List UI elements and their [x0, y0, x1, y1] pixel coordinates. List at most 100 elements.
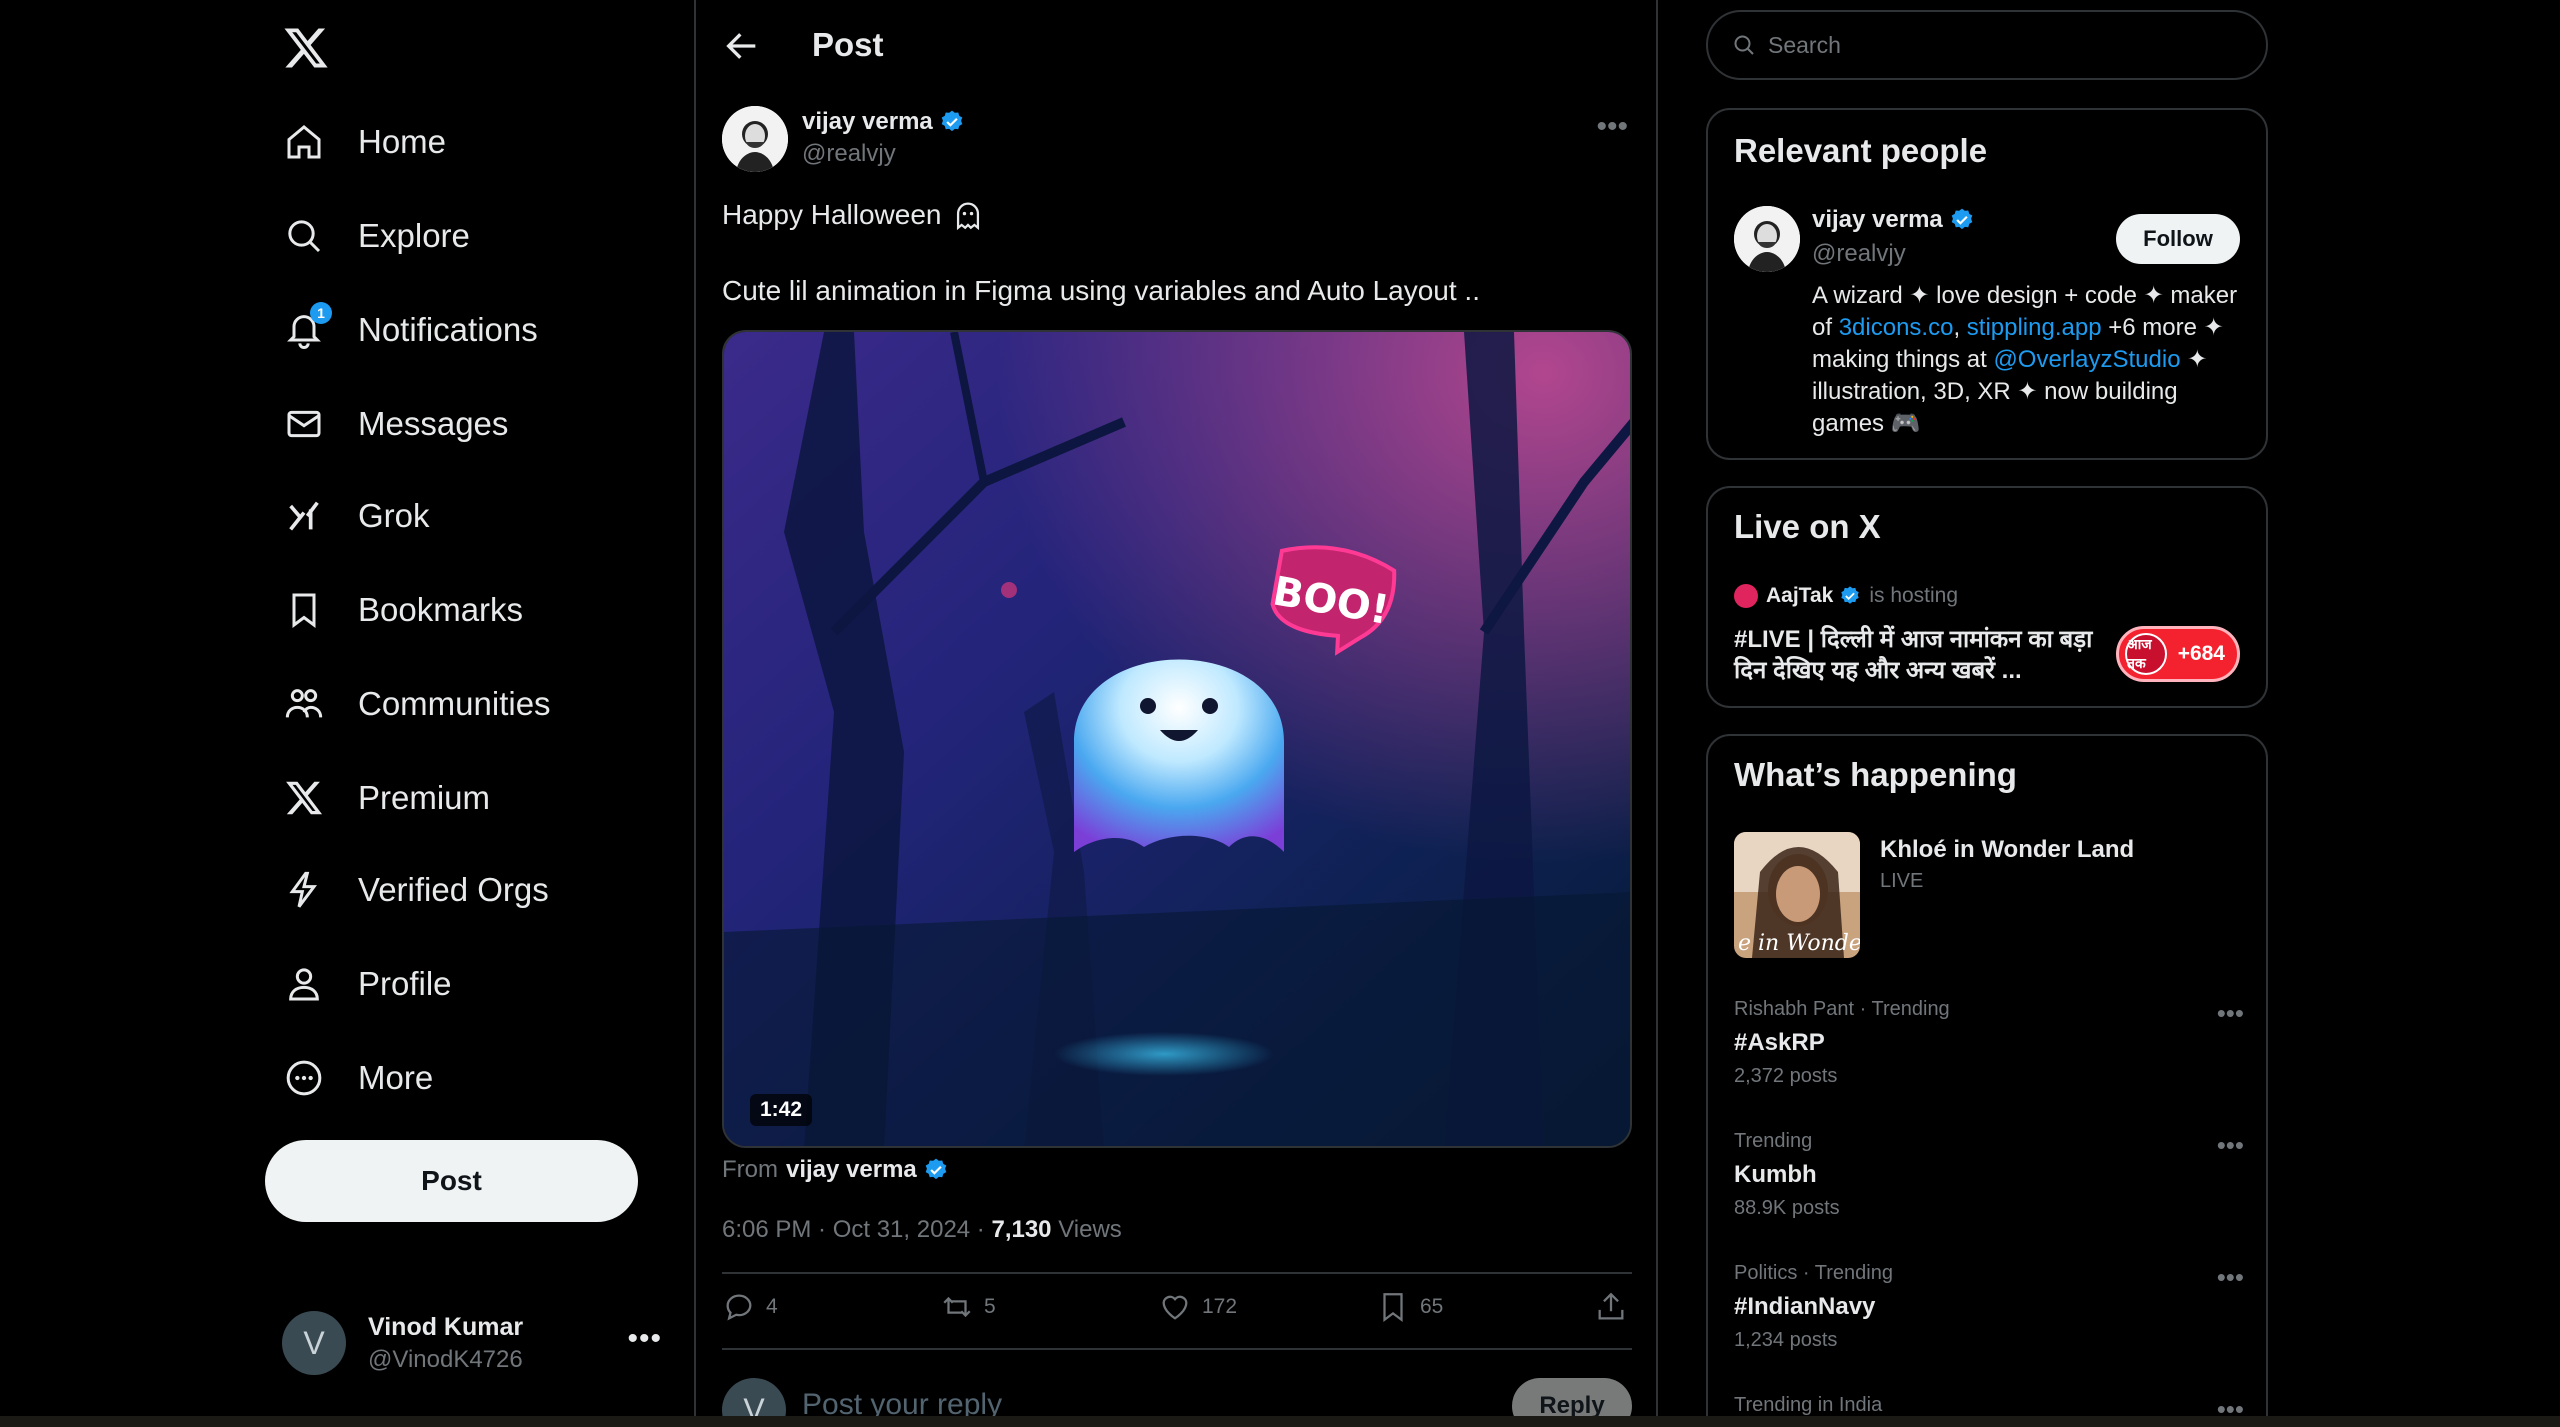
- whats-happening-card: What’s happening e in Wonder L Khloé in …: [1706, 734, 2268, 1427]
- from-label: From: [722, 1156, 778, 1183]
- account-name: Vinod Kumar: [368, 1312, 524, 1341]
- verified-badge-icon: [941, 110, 963, 132]
- author-avatar[interactable]: [1734, 206, 1800, 272]
- nav-item-verified-orgs[interactable]: Verified Orgs: [282, 860, 549, 920]
- video-attribution: From vijay verma: [722, 1156, 949, 1184]
- reply-button[interactable]: 4: [722, 1290, 778, 1324]
- nav-item-premium[interactable]: Premium: [282, 768, 490, 828]
- live-stream-title: #LIVE | दिल्ली में आज नामांकन का बड़ा दि…: [1734, 626, 2093, 684]
- card-title: Relevant people: [1734, 132, 1988, 169]
- views-label: Views: [1051, 1216, 1122, 1243]
- halloween-ghost-illustration: BOO!: [724, 332, 1630, 1146]
- main-column: Post vijay verma @realvjy ••• Happy Hall…: [694, 0, 1658, 1427]
- post-author[interactable]: vijay verma @realvjy: [722, 106, 965, 172]
- avatar: आज तक: [2125, 633, 2167, 675]
- lightning-icon: [282, 868, 326, 912]
- nav-item-grok[interactable]: Grok: [282, 486, 430, 546]
- search-input[interactable]: Search: [1706, 10, 2268, 80]
- bookmark-icon: [1383, 1293, 1403, 1323]
- back-arrow-icon[interactable]: [722, 26, 762, 66]
- trend-item[interactable]: Trending in India •••: [1734, 1394, 2244, 1424]
- follow-button[interactable]: Follow: [2116, 214, 2240, 264]
- compose-post-button[interactable]: Post: [265, 1140, 638, 1222]
- share-button[interactable]: [1594, 1290, 1628, 1324]
- views-count: 7,130: [991, 1216, 1052, 1243]
- nav-item-more[interactable]: More: [282, 1048, 433, 1108]
- like-button[interactable]: 172: [1158, 1290, 1237, 1324]
- bookmark-icon: [282, 588, 326, 632]
- divider: [722, 1348, 1632, 1350]
- bookmark-count: 65: [1420, 1295, 1444, 1318]
- search-icon: [1734, 35, 1754, 55]
- nav-item-home[interactable]: Home: [282, 112, 446, 172]
- grok-icon: [282, 494, 326, 538]
- trend-context: Trending: [1734, 1130, 1813, 1152]
- post-metadata: 6:06 PM · Oct 31, 2024 · 7,130 Views: [722, 1216, 1122, 1244]
- post-text: Happy Halloween: [722, 199, 942, 230]
- envelope-icon: [282, 402, 326, 446]
- bio-mention[interactable]: @OverlayzStudio: [1993, 346, 2180, 373]
- left-navigation: Home Explore 1 Notifications Messages Gr…: [0, 0, 694, 1427]
- card-title: Live on X: [1734, 508, 1881, 545]
- screen-bottom-edge: [0, 1416, 2560, 1427]
- account-switcher[interactable]: V Vinod Kumar @VinodK4726 •••: [282, 1304, 662, 1382]
- nav-item-communities[interactable]: Communities: [282, 674, 551, 734]
- host-logo-icon: [1734, 584, 1758, 608]
- listener-count: +684: [2177, 642, 2225, 665]
- post-timestamp[interactable]: 6:06 PM · Oct 31, 2024 ·: [722, 1216, 991, 1243]
- post-text-line-2: Cute lil animation in Figma using variab…: [722, 275, 1480, 306]
- person-name-row[interactable]: vijay verma: [1812, 206, 1975, 234]
- nav-item-explore[interactable]: Explore: [282, 206, 470, 266]
- nav-label: Verified Orgs: [358, 871, 549, 908]
- thumbnail-text: e in Wonder L: [1738, 931, 1860, 956]
- trend-menu-icon[interactable]: •••: [2217, 1262, 2244, 1293]
- search-placeholder: Search: [1768, 31, 1841, 58]
- trend-context: Trending in India: [1734, 1394, 1883, 1416]
- live-on-x-card[interactable]: Live on X AajTak is hosting #LIVE | दिल्…: [1706, 486, 2268, 708]
- trend-topic: #AskRP: [1734, 1029, 1825, 1056]
- trend-menu-icon[interactable]: •••: [2217, 1130, 2244, 1161]
- live-listeners-pill[interactable]: आज तक +684: [2116, 626, 2240, 682]
- author-avatar[interactable]: [722, 106, 788, 172]
- person-name[interactable]: vijay verma: [1812, 206, 1943, 234]
- page-header: Post: [696, 0, 1656, 92]
- person-handle[interactable]: @realvjy: [1812, 240, 1906, 268]
- trend-post-count: 88.9K posts: [1734, 1197, 1840, 1219]
- from-author[interactable]: vijay verma: [786, 1156, 917, 1184]
- share-icon: [1598, 1292, 1624, 1320]
- trend-menu-icon[interactable]: •••: [2217, 998, 2244, 1029]
- bio-text: ,: [1953, 314, 1967, 341]
- nav-item-bookmarks[interactable]: Bookmarks: [282, 580, 523, 640]
- nav-item-messages[interactable]: Messages: [282, 394, 508, 454]
- account-menu-icon[interactable]: •••: [627, 1322, 662, 1356]
- trend-post-count: 2,372 posts: [1734, 1065, 1838, 1087]
- verified-badge-icon: [1951, 208, 1973, 230]
- heart-icon: [1162, 1295, 1188, 1320]
- trend-item[interactable]: Rishabh Pant · Trending #AskRP 2,372 pos…: [1734, 998, 2244, 1088]
- nav-item-profile[interactable]: Profile: [282, 954, 452, 1014]
- live-event-thumbnail[interactable]: e in Wonder L: [1734, 832, 1860, 958]
- trend-topic: #IndianNavy: [1734, 1293, 1876, 1320]
- live-event-title[interactable]: Khloé in Wonder Land: [1880, 836, 2134, 864]
- bio-link[interactable]: 3dicons.co: [1839, 314, 1954, 341]
- reply-icon: [726, 1294, 752, 1321]
- page-title: Post: [812, 26, 884, 63]
- author-handle[interactable]: @realvjy: [802, 140, 965, 168]
- repost-button[interactable]: 5: [940, 1290, 996, 1324]
- post-video[interactable]: BOO! 1:42: [722, 330, 1632, 1148]
- post-menu-icon[interactable]: •••: [1596, 110, 1628, 144]
- bookmark-button[interactable]: 65: [1376, 1290, 1443, 1324]
- bio-link[interactable]: stippling.app: [1967, 314, 2102, 341]
- author-name[interactable]: vijay verma: [802, 108, 933, 136]
- trend-item[interactable]: Trending Kumbh 88.9K posts •••: [1734, 1130, 2244, 1220]
- nav-label: Explore: [358, 217, 470, 254]
- x-logo-icon[interactable]: [282, 24, 330, 72]
- nav-item-notifications[interactable]: 1 Notifications: [282, 300, 538, 360]
- post-actions: 4 5 172 65: [722, 1290, 1632, 1332]
- nav-label: Premium: [358, 779, 491, 816]
- verified-badge-icon: [925, 1158, 947, 1180]
- more-circle-icon: [282, 1056, 326, 1100]
- verified-badge-icon: [1841, 586, 1860, 604]
- search-icon: [282, 214, 326, 258]
- trend-item[interactable]: Politics · Trending #IndianNavy 1,234 po…: [1734, 1262, 2244, 1352]
